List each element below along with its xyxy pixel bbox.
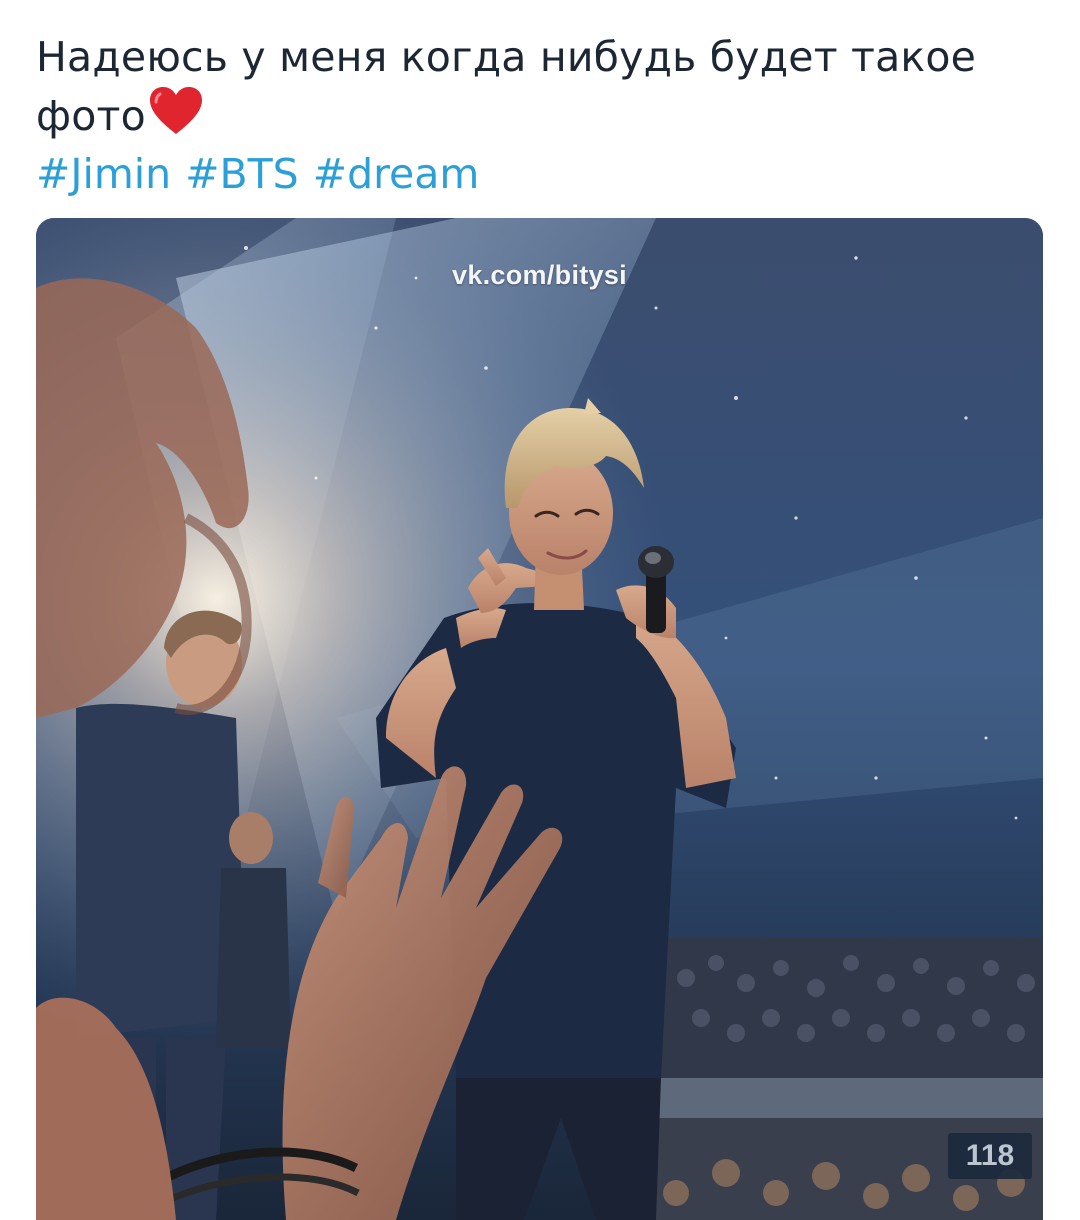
tweet-text: Надеюсь у меня когда нибудь будет такое …: [36, 28, 1036, 145]
tweet-photo[interactable]: vk.com/bitysi 118: [36, 218, 1043, 1220]
section-sign: 118: [948, 1133, 1032, 1179]
hashtag-dream[interactable]: #dream: [313, 150, 480, 198]
hashtag-list: #Jimin #BTS #dream: [36, 145, 493, 203]
concert-photo: [36, 218, 1043, 1220]
hashtag-bts[interactable]: #BTS: [185, 150, 299, 198]
watermark-text: vk.com/bitysi: [452, 260, 627, 290]
tweet: Надеюсь у меня когда нибудь будет такое …: [36, 0, 1046, 1220]
red-heart-icon: [149, 87, 202, 134]
hashtag-jimin[interactable]: #Jimin: [36, 150, 171, 198]
